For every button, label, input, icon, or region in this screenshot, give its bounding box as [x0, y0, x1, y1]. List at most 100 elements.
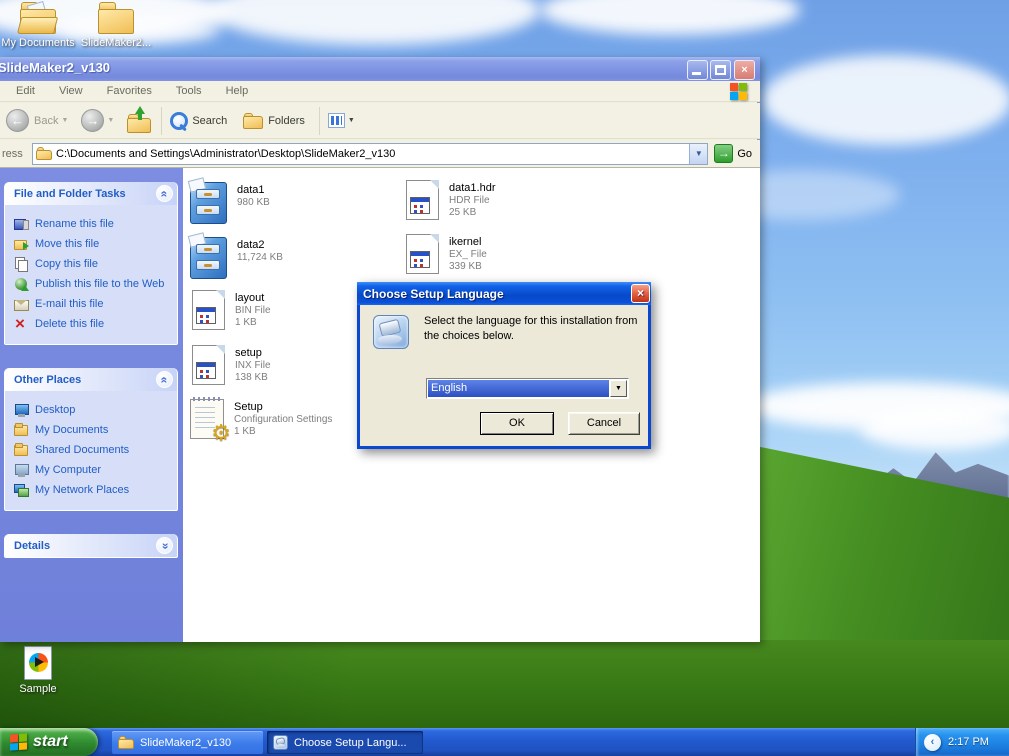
close-button[interactable]: ×	[734, 60, 755, 80]
folders-button[interactable]: Folders	[243, 112, 305, 129]
sidebar-item-my-network-places[interactable]: My Network Places	[14, 480, 173, 500]
address-dropdown[interactable]: ▼	[689, 143, 708, 164]
document-icon	[406, 180, 439, 220]
folder-icon	[36, 147, 52, 160]
forward-dropdown[interactable]: ▼	[107, 117, 114, 124]
search-button[interactable]: Search	[170, 112, 227, 130]
panel-header[interactable]: Other Places «	[5, 368, 177, 391]
cancel-button[interactable]: Cancel	[568, 412, 640, 435]
sidebar-item-my-documents[interactable]: My Documents	[14, 420, 173, 440]
folder-icon	[14, 443, 29, 457]
cloud	[860, 408, 1009, 450]
task-pane: File and Folder Tasks « Rename this file…	[0, 168, 183, 642]
choose-setup-language-dialog: Choose Setup Language × Select the langu…	[357, 282, 651, 449]
task-rename-this-file[interactable]: Rename this file	[14, 214, 173, 234]
file-data1[interactable]: data1 980 KB	[187, 177, 270, 224]
search-magnifier-icon	[170, 112, 189, 130]
views-button[interactable]	[327, 113, 345, 128]
system-tray: ‹ 2:17 PM	[915, 728, 1009, 756]
address-input[interactable]: C:\Documents and Settings\Administrator\…	[32, 142, 709, 165]
desktop-icon-label: SlideMaker2...	[80, 37, 152, 49]
other-places-panel: Other Places « Desktop My Documents Shar…	[4, 368, 178, 511]
task-move-this-file[interactable]: Move this file	[14, 234, 173, 254]
taskbar: start SlideMaker2_v130 Choose Setup Lang…	[0, 728, 1009, 756]
desktop-icon-my-documents[interactable]: My Documents	[0, 0, 76, 49]
cabinet-icon	[187, 232, 227, 279]
maximize-button[interactable]	[710, 60, 731, 80]
config-settings-icon: ⚙	[190, 397, 231, 444]
taskbar-item-choose-setup-language[interactable]: Choose Setup Langu...	[267, 731, 423, 754]
sidebar-item-my-computer[interactable]: My Computer	[14, 460, 173, 480]
combobox-dropdown-button[interactable]: ▼	[610, 380, 627, 397]
file-ikernel[interactable]: ikernel EX_ File 339 KB	[406, 234, 487, 274]
window-titlebar[interactable]: SlideMaker2_v130 ×	[0, 57, 760, 81]
folder-icon	[14, 423, 29, 437]
back-circle-arrow-icon: ←	[6, 109, 29, 132]
task-publish-this-file[interactable]: Publish this file to the Web	[14, 274, 173, 294]
taskbar-item-slidemaker[interactable]: SlideMaker2_v130	[112, 731, 263, 754]
menu-view[interactable]: View	[59, 85, 83, 97]
toolbar-separator	[318, 106, 320, 135]
collapse-chevron-icon[interactable]: «	[156, 185, 173, 202]
network-icon	[14, 483, 29, 497]
gear-icon: ⚙	[211, 420, 231, 445]
folders-icon	[243, 112, 264, 129]
desktop-icon-sample[interactable]: Sample	[0, 646, 76, 695]
dialog-titlebar[interactable]: Choose Setup Language ×	[357, 282, 651, 305]
desktop-icon-label: My Documents	[1, 37, 75, 49]
menu-tools[interactable]: Tools	[176, 85, 202, 97]
minimize-button[interactable]	[687, 60, 708, 80]
rename-icon	[14, 217, 29, 231]
go-arrow-icon: →	[714, 144, 734, 163]
start-button[interactable]: start	[0, 728, 98, 756]
expand-chevron-icon[interactable]: «	[156, 537, 173, 554]
sidebar-item-shared-documents[interactable]: Shared Documents	[14, 440, 173, 460]
installer-icon	[373, 315, 409, 349]
go-button[interactable]: → Go	[708, 144, 760, 163]
back-button[interactable]: ← Back	[6, 109, 58, 132]
toolbar-separator	[161, 106, 163, 135]
language-combobox[interactable]: English ▼	[426, 378, 629, 399]
forward-button[interactable]: →	[81, 109, 105, 132]
email-icon	[14, 297, 29, 311]
panel-header[interactable]: Details «	[5, 534, 177, 557]
combobox-selected-value: English	[428, 380, 609, 397]
desktop-icon-label: Sample	[19, 683, 57, 695]
collapse-chevron-icon[interactable]: «	[156, 371, 173, 388]
file-data1-hdr[interactable]: data1.hdr HDR File 25 KB	[406, 180, 495, 220]
grass	[0, 640, 1009, 730]
toolbar: ← Back ▼ → ▼ Search Folders ▼	[0, 103, 760, 139]
back-dropdown[interactable]: ▼	[61, 117, 68, 124]
dialog-title: Choose Setup Language	[363, 286, 504, 301]
clock: 2:17 PM	[948, 736, 989, 748]
file-setup-inx[interactable]: setup INX File 138 KB	[192, 345, 271, 385]
dialog-close-button[interactable]: ×	[631, 284, 650, 303]
menu-help[interactable]: Help	[226, 85, 249, 97]
folder-icon	[118, 736, 134, 749]
menu-edit[interactable]: Edit	[16, 85, 35, 97]
publish-globe-icon	[14, 277, 29, 291]
file-setup-config[interactable]: ⚙ Setup Configuration Settings 1 KB	[190, 397, 332, 444]
dialog-message: Select the language for this installatio…	[424, 315, 638, 342]
up-button[interactable]	[127, 105, 153, 133]
delete-x-icon	[14, 314, 29, 334]
task-delete-this-file[interactable]: Delete this file	[14, 314, 173, 334]
hide-icons-chevron[interactable]: ‹	[924, 733, 941, 751]
file-layout[interactable]: layout BIN File 1 KB	[192, 290, 271, 330]
file-and-folder-tasks-panel: File and Folder Tasks « Rename this file…	[4, 182, 178, 345]
menu-favorites[interactable]: Favorites	[107, 85, 152, 97]
folder-icon	[98, 2, 134, 34]
window-title: SlideMaker2_v130	[0, 60, 111, 75]
computer-icon	[14, 463, 29, 477]
windows-flag-icon	[10, 733, 27, 751]
desktop-icon-slidemaker2[interactable]: SlideMaker2...	[78, 2, 154, 49]
task-copy-this-file[interactable]: Copy this file	[14, 254, 173, 274]
task-email-this-file[interactable]: E-mail this file	[14, 294, 173, 314]
desktop: { "colors": { "active_titlebar": "#0A50D…	[0, 0, 1009, 756]
file-data2[interactable]: data2 11,724 KB	[187, 232, 283, 279]
move-icon	[14, 237, 29, 251]
sidebar-item-desktop[interactable]: Desktop	[14, 400, 173, 420]
views-dropdown[interactable]: ▼	[348, 117, 355, 124]
panel-header[interactable]: File and Folder Tasks «	[5, 182, 177, 205]
ok-button[interactable]: OK	[480, 412, 554, 435]
